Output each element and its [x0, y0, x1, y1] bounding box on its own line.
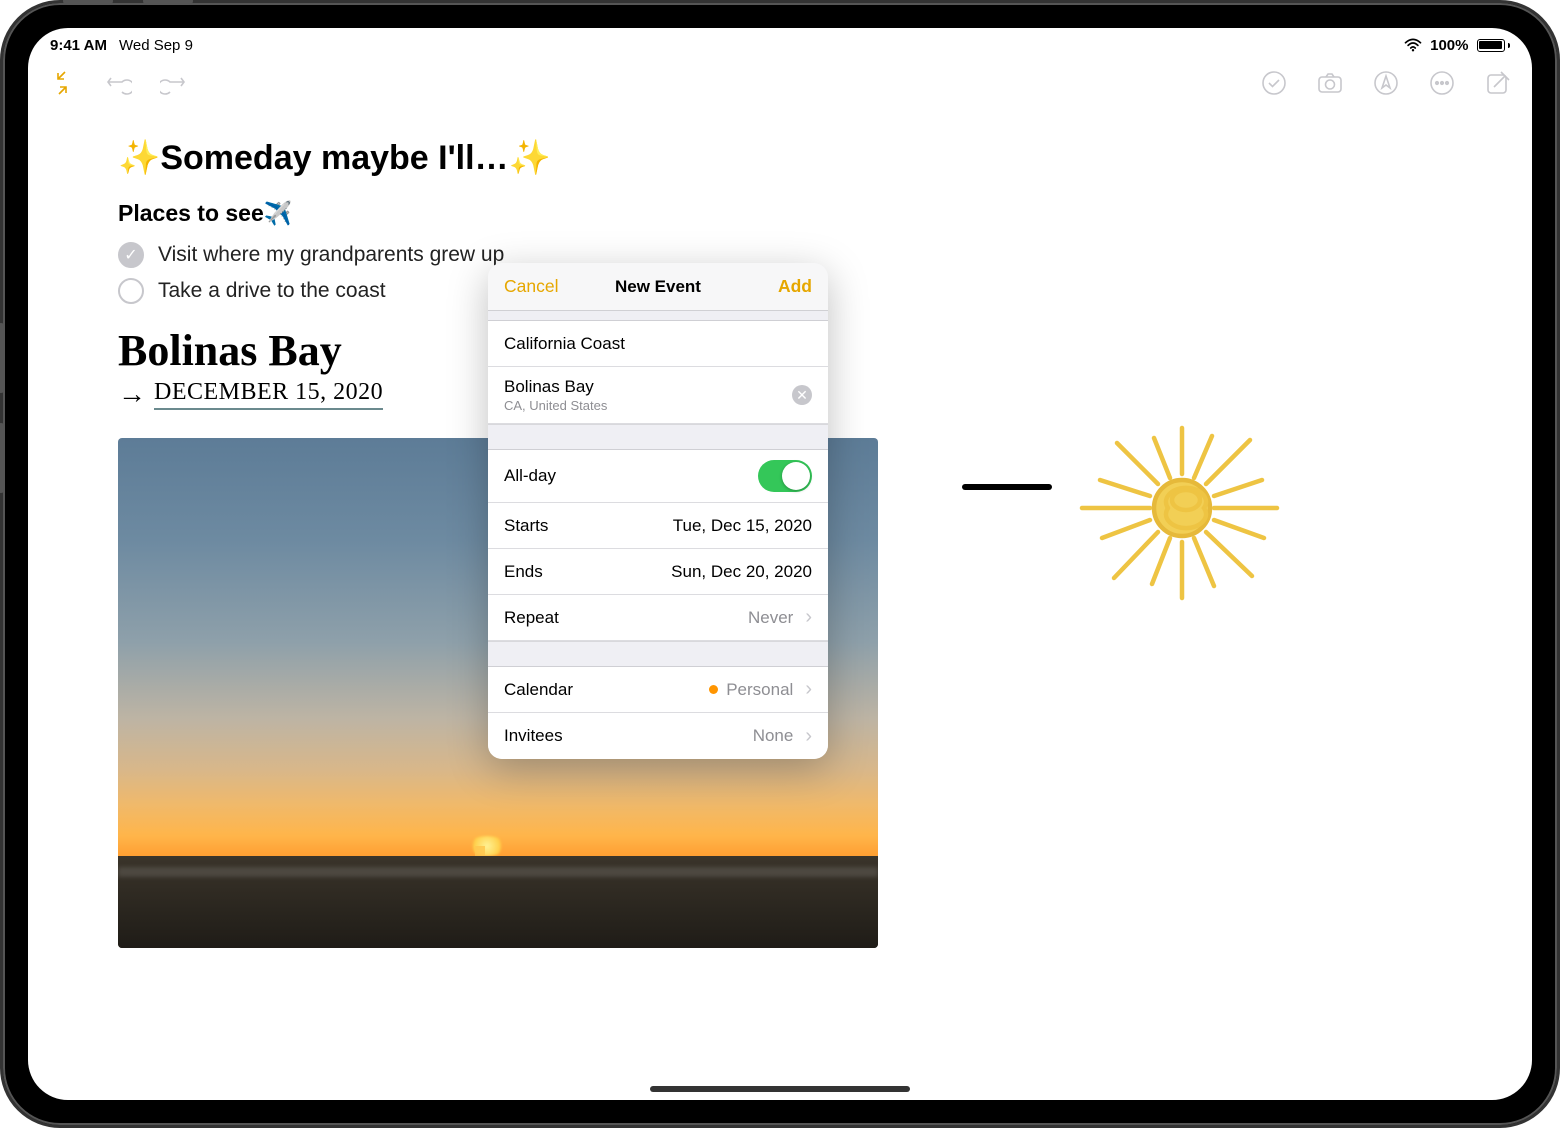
- home-indicator[interactable]: [650, 1086, 910, 1092]
- location-value: Bolinas Bay: [504, 377, 607, 397]
- airplane-icon: ✈️: [264, 200, 293, 226]
- checkbox-icon[interactable]: [118, 278, 144, 304]
- ends-label: Ends: [504, 562, 543, 582]
- calendar-color-dot: [709, 685, 718, 694]
- invitees-value: None: [753, 726, 794, 746]
- calendar-value: Personal: [726, 680, 793, 700]
- checklist-item-label: Visit where my grandparents grew up: [158, 243, 504, 267]
- markup-icon[interactable]: [1372, 69, 1400, 97]
- all-day-row[interactable]: All-day: [488, 450, 828, 503]
- event-title-field[interactable]: California Coast: [488, 321, 828, 367]
- invitees-label: Invitees: [504, 726, 563, 746]
- battery-icon: [1477, 39, 1511, 52]
- all-day-label: All-day: [504, 466, 556, 486]
- starts-value: Tue, Dec 15, 2020: [673, 516, 812, 536]
- event-title-value: California Coast: [504, 334, 625, 354]
- starts-label: Starts: [504, 516, 548, 536]
- notes-toolbar: [28, 58, 1532, 108]
- repeat-label: Repeat: [504, 608, 559, 628]
- sparkle-icon: ✨: [509, 139, 551, 177]
- event-location-field[interactable]: Bolinas Bay CA, United States ✕: [488, 367, 828, 424]
- sun-drawing: [1022, 388, 1302, 653]
- calendar-row[interactable]: Calendar Personal ›: [488, 667, 828, 713]
- battery-percent: 100%: [1430, 37, 1468, 54]
- ipad-frame: 9:41 AM Wed Sep 9 100%: [0, 0, 1560, 1128]
- undo-icon[interactable]: [104, 69, 132, 97]
- section-heading: Places to see✈️: [118, 200, 1442, 227]
- popover-header: Cancel New Event Add: [488, 263, 828, 311]
- chevron-right-icon: ›: [805, 678, 812, 701]
- add-button[interactable]: Add: [778, 276, 812, 297]
- handwritten-date: DECEMBER 15, 2020: [154, 379, 383, 410]
- chevron-right-icon: ›: [805, 606, 812, 629]
- status-date: Wed Sep 9: [119, 37, 193, 54]
- wifi-icon: [1404, 38, 1422, 52]
- note-title: ✨Someday maybe I'll…✨: [118, 138, 1442, 178]
- cancel-button[interactable]: Cancel: [504, 276, 558, 297]
- new-event-popover: Cancel New Event Add California Coast Bo…: [488, 263, 828, 759]
- sparkle-icon: ✨: [118, 139, 160, 177]
- invitees-row[interactable]: Invitees None ›: [488, 713, 828, 759]
- screen: 9:41 AM Wed Sep 9 100%: [28, 28, 1532, 1100]
- ends-row[interactable]: Ends Sun, Dec 20, 2020: [488, 549, 828, 595]
- repeat-value: Never: [748, 608, 793, 628]
- ends-value: Sun, Dec 20, 2020: [671, 562, 812, 582]
- more-icon[interactable]: [1428, 69, 1456, 97]
- redo-icon[interactable]: [160, 69, 188, 97]
- collapse-icon[interactable]: [48, 69, 76, 97]
- checklist-item-label: Take a drive to the coast: [158, 279, 386, 303]
- all-day-toggle[interactable]: [758, 460, 812, 492]
- checkbox-checked-icon[interactable]: ✓: [118, 242, 144, 268]
- compose-icon[interactable]: [1484, 69, 1512, 97]
- chevron-right-icon: ›: [805, 725, 812, 748]
- arrow-right-icon: →: [118, 378, 146, 410]
- camera-icon[interactable]: [1316, 69, 1344, 97]
- clear-location-icon[interactable]: ✕: [792, 385, 812, 405]
- location-sub: CA, United States: [504, 398, 607, 413]
- status-bar: 9:41 AM Wed Sep 9 100%: [28, 28, 1532, 58]
- calendar-label: Calendar: [504, 680, 573, 700]
- status-time: 9:41 AM: [50, 37, 107, 54]
- repeat-row[interactable]: Repeat Never ›: [488, 595, 828, 641]
- starts-row[interactable]: Starts Tue, Dec 15, 2020: [488, 503, 828, 549]
- note-content[interactable]: ✨Someday maybe I'll…✨ Places to see✈️ ✓ …: [28, 108, 1532, 1100]
- checklist-icon[interactable]: [1260, 69, 1288, 97]
